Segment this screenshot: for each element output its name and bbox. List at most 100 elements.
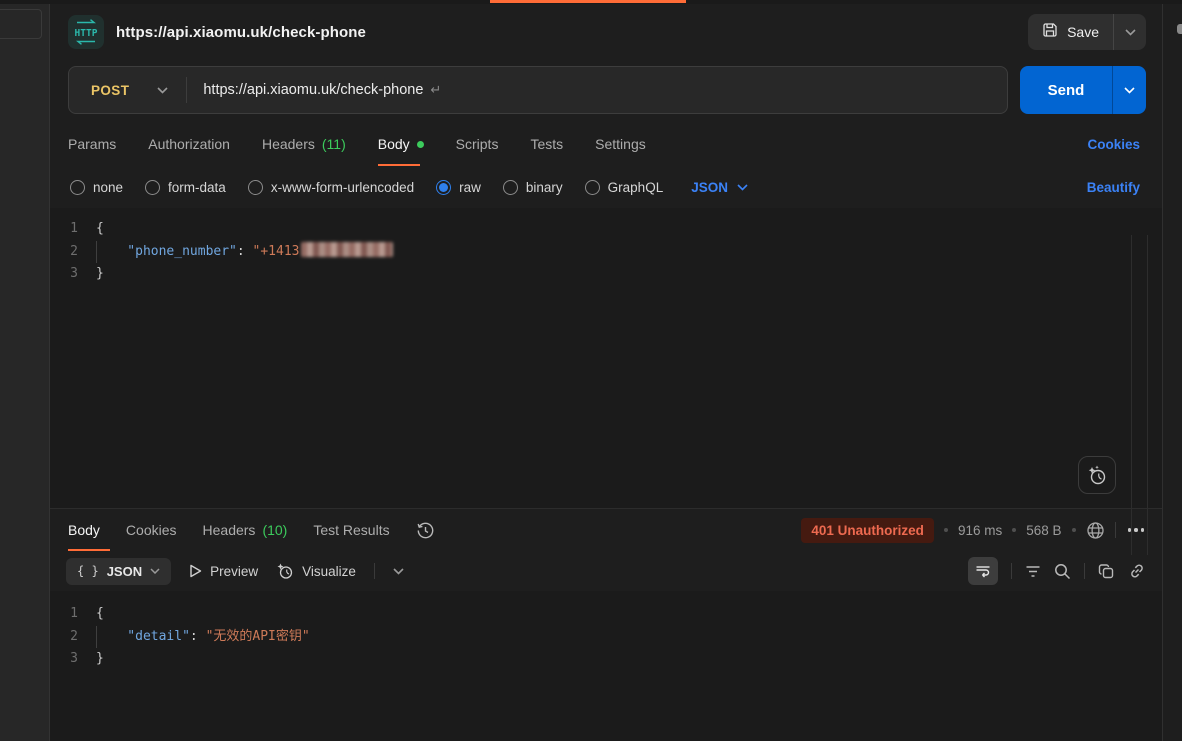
tab-body[interactable]: Body xyxy=(378,122,424,166)
radio-icon xyxy=(70,180,85,195)
http-request-icon: HTTP xyxy=(68,15,104,49)
divider xyxy=(1011,563,1012,579)
response-tabs-row: Body Cookies Headers (10) Test Results 4… xyxy=(50,509,1162,551)
response-toolbar: { } JSON Preview Visualize xyxy=(50,551,1162,591)
method-select[interactable]: POST xyxy=(69,83,186,98)
link-button[interactable] xyxy=(1128,562,1146,580)
tab-headers[interactable]: Headers (11) xyxy=(262,122,346,166)
play-icon xyxy=(189,564,202,578)
code-line: 2 "phone_number":"+1413 xyxy=(50,241,1162,264)
radio-icon xyxy=(248,180,263,195)
tab-params[interactable]: Params xyxy=(68,122,116,166)
beautify-link[interactable]: Beautify xyxy=(1087,180,1140,195)
visualize-sparkle-icon xyxy=(276,562,294,580)
tab-settings[interactable]: Settings xyxy=(595,122,646,166)
response-tool-icons xyxy=(968,557,1146,585)
filter-icon xyxy=(1025,565,1041,578)
save-button-label: Save xyxy=(1067,24,1099,40)
app-window: HTTP https://api.xiaomu.uk/check-phone S… xyxy=(0,0,1182,741)
search-button[interactable] xyxy=(1054,563,1071,580)
radio-icon xyxy=(503,180,518,195)
postbot-sparkle-icon xyxy=(1086,464,1108,486)
tab-response-body[interactable]: Body xyxy=(68,509,100,551)
tab-scripts[interactable]: Scripts xyxy=(456,122,499,166)
response-time: 916 ms xyxy=(958,523,1002,538)
toolbar-expand-caret[interactable] xyxy=(393,568,404,575)
radio-selected-icon xyxy=(436,180,451,195)
raw-format-select[interactable]: JSON xyxy=(691,180,748,195)
save-options-caret[interactable] xyxy=(1114,14,1146,50)
enter-hint-icon: ↵ xyxy=(430,82,441,98)
save-split-button: Save xyxy=(1028,14,1146,50)
tab-response-headers[interactable]: Headers (10) xyxy=(203,509,288,551)
globe-icon xyxy=(1086,521,1105,540)
right-rail xyxy=(1162,0,1182,741)
network-info-button[interactable] xyxy=(1086,521,1105,540)
search-icon xyxy=(1054,563,1071,580)
divider xyxy=(1115,522,1116,538)
body-type-row: none form-data x-www-form-urlencoded raw… xyxy=(50,166,1162,208)
meta-separator-dot xyxy=(1012,528,1016,532)
response-panel: Body Cookies Headers (10) Test Results 4… xyxy=(50,508,1162,741)
meta-separator-dot xyxy=(944,528,948,532)
chevron-down-icon xyxy=(150,568,160,574)
radio-binary[interactable]: binary xyxy=(503,180,563,195)
request-header: HTTP https://api.xiaomu.uk/check-phone S… xyxy=(50,0,1162,60)
json-value: "+1413 xyxy=(253,244,300,259)
request-bar: POST https://api.xiaomu.uk/check-phone ↵… xyxy=(50,60,1162,122)
line-number: 2 xyxy=(50,241,96,264)
response-more-button[interactable] xyxy=(1126,528,1147,532)
chevron-down-icon xyxy=(393,568,404,575)
radio-form-data[interactable]: form-data xyxy=(145,180,226,195)
rail-partial-icon[interactable] xyxy=(1177,24,1182,34)
chevron-down-icon xyxy=(157,87,168,94)
chevron-down-icon xyxy=(737,184,748,191)
sidebar-partial-box xyxy=(0,9,42,39)
radio-raw[interactable]: raw xyxy=(436,180,481,195)
tab-tests[interactable]: Tests xyxy=(530,122,563,166)
request-tabs: Params Authorization Headers (11) Body S… xyxy=(50,122,1162,166)
divider xyxy=(374,563,375,579)
send-split-button: Send xyxy=(1020,66,1146,114)
radio-urlencoded[interactable]: x-www-form-urlencoded xyxy=(248,180,414,195)
meta-separator-dot xyxy=(1072,528,1076,532)
headers-count: (11) xyxy=(322,136,346,152)
tab-authorization[interactable]: Authorization xyxy=(148,122,230,166)
wrap-text-toggle[interactable] xyxy=(968,557,998,585)
copy-button[interactable] xyxy=(1098,563,1115,580)
cookies-link[interactable]: Cookies xyxy=(1087,137,1140,152)
save-icon xyxy=(1042,22,1058,43)
response-body-viewer: 1 { 2 "detail":"无效的API密钥" 3 } xyxy=(50,591,1162,741)
send-button[interactable]: Send xyxy=(1020,66,1112,114)
code-line: 3 } xyxy=(50,648,1162,671)
braces-icon: { } xyxy=(77,564,99,578)
response-format-select[interactable]: { } JSON xyxy=(66,558,171,585)
save-button[interactable]: Save xyxy=(1028,14,1114,50)
visualize-button[interactable]: Visualize xyxy=(276,562,356,580)
radio-graphql[interactable]: GraphQL xyxy=(585,180,664,195)
code-line: 1 { xyxy=(50,218,1162,241)
line-number: 1 xyxy=(50,218,96,241)
wrap-text-icon xyxy=(975,564,991,578)
editor-scroll-gutter[interactable] xyxy=(1131,235,1132,555)
active-tab-accent xyxy=(490,0,686,3)
indent-guide xyxy=(96,626,97,648)
tab-test-results[interactable]: Test Results xyxy=(313,509,389,551)
send-options-caret[interactable] xyxy=(1112,66,1146,114)
line-number: 3 xyxy=(50,648,96,671)
radio-none[interactable]: none xyxy=(70,180,123,195)
tab-response-cookies[interactable]: Cookies xyxy=(126,509,177,551)
response-history-button[interactable] xyxy=(416,521,435,540)
left-sidebar xyxy=(0,0,50,741)
status-badge: 401 Unauthorized xyxy=(801,518,934,543)
request-body-editor[interactable]: 1 { 2 "phone_number":"+1413 3 } xyxy=(50,208,1162,508)
json-key: "phone_number" xyxy=(127,244,237,259)
postbot-button[interactable] xyxy=(1078,456,1116,494)
preview-button[interactable]: Preview xyxy=(189,564,258,579)
filter-button[interactable] xyxy=(1025,565,1041,578)
svg-text:HTTP: HTTP xyxy=(75,28,98,39)
history-clock-icon xyxy=(416,521,435,540)
json-key: "detail" xyxy=(127,629,190,644)
editor-scrollbar[interactable] xyxy=(1147,235,1148,555)
url-input[interactable]: https://api.xiaomu.uk/check-phone xyxy=(187,82,423,98)
